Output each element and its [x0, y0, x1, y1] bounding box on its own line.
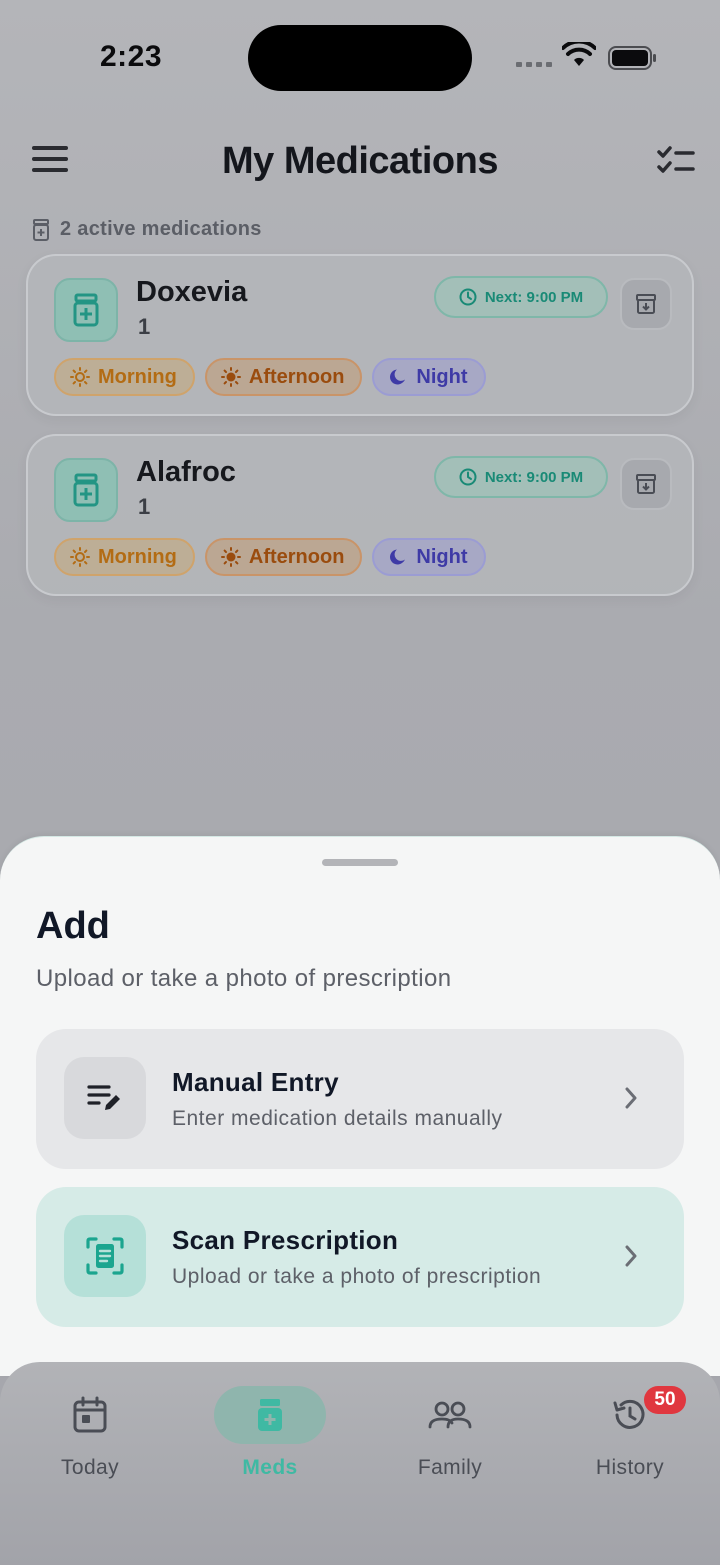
status-bar: 2:23: [0, 0, 720, 110]
moon-icon: [390, 549, 406, 565]
active-medications-summary: 2 active medications: [32, 218, 262, 241]
tab-today[interactable]: Today: [20, 1386, 160, 1482]
bottom-tab-bar: Today Meds Family 50 History: [0, 1362, 720, 1565]
medication-card[interactable]: Alafroc 1 Next: 9:00 PM Morning Afternoo…: [26, 434, 694, 596]
schedule-tag-morning: Morning: [54, 538, 195, 576]
archive-icon: [636, 294, 656, 314]
tab-history[interactable]: 50 History: [560, 1386, 700, 1482]
top-nav: My Medications: [0, 130, 720, 194]
next-dose-badge: Next: 9:00 PM: [434, 456, 608, 498]
option-title: Scan Prescription: [172, 1225, 399, 1255]
sheet-subtitle: Upload or take a photo of prescription: [36, 965, 452, 992]
schedule-tags: Morning Afternoon Night: [54, 358, 486, 396]
tab-label: History: [595, 1456, 665, 1479]
pill-bottle-icon: [54, 458, 118, 522]
scan-document-icon: [64, 1215, 146, 1297]
checklist-icon[interactable]: [656, 144, 696, 178]
next-dose-text: Next: 9:00 PM: [484, 288, 584, 306]
option-title: Manual Entry: [172, 1067, 339, 1097]
page-title: My Medications: [222, 140, 498, 182]
sheet-title: Add: [36, 905, 110, 947]
sun-icon: [70, 367, 90, 387]
sun-filled-icon: [220, 547, 241, 567]
next-dose-badge: Next: 9:00 PM: [434, 276, 608, 318]
chevron-right-icon: [625, 1245, 637, 1267]
option-description: Upload or take a photo of prescription: [172, 1265, 542, 1288]
schedule-tag-night: Night: [372, 358, 486, 396]
medication-dose: 1: [138, 314, 151, 339]
pill-bottle-icon: [33, 218, 49, 241]
clock-icon: [459, 468, 477, 486]
calendar-icon: [73, 1396, 107, 1433]
sun-filled-icon: [220, 367, 241, 387]
edit-list-icon: [64, 1057, 146, 1139]
next-dose-text: Next: 9:00 PM: [484, 468, 584, 486]
medication-name: Doxevia: [136, 276, 248, 308]
tab-label: Family: [417, 1456, 483, 1479]
archive-button[interactable]: [620, 278, 672, 330]
sun-icon: [70, 547, 90, 567]
active-count-text: 2 active medications: [60, 218, 262, 240]
sheet-grabber[interactable]: [322, 859, 398, 866]
cellular-signal-icon: [516, 62, 552, 67]
clock-icon: [459, 288, 477, 306]
tab-label: Today: [60, 1456, 120, 1479]
tab-meds[interactable]: Meds: [200, 1386, 340, 1482]
archive-icon: [636, 474, 656, 494]
dynamic-island: [248, 25, 472, 91]
medication-card[interactable]: Doxevia 1 Next: 9:00 PM Morning Afternoo…: [26, 254, 694, 416]
battery-icon: [608, 46, 656, 70]
scan-prescription-option[interactable]: Scan Prescription Upload or take a photo…: [36, 1187, 684, 1327]
archive-button[interactable]: [620, 458, 672, 510]
pill-bottle-icon: [54, 278, 118, 342]
manual-entry-option[interactable]: Manual Entry Enter medication details ma…: [36, 1029, 684, 1169]
chevron-right-icon: [625, 1087, 637, 1109]
moon-icon: [390, 369, 406, 385]
schedule-tag-night: Night: [372, 538, 486, 576]
people-icon: [428, 1401, 472, 1429]
medication-name: Alafroc: [136, 456, 236, 488]
add-bottom-sheet: Add Upload or take a photo of prescripti…: [0, 836, 720, 1376]
history-badge: 50: [644, 1386, 686, 1414]
wifi-icon: [562, 42, 596, 66]
tab-family[interactable]: Family: [380, 1386, 520, 1482]
schedule-tag-afternoon: Afternoon: [204, 358, 363, 396]
schedule-tag-morning: Morning: [54, 358, 195, 396]
option-description: Enter medication details manually: [172, 1107, 503, 1130]
status-time: 2:23: [100, 40, 163, 73]
schedule-tags: Morning Afternoon Night: [54, 538, 486, 576]
schedule-tag-afternoon: Afternoon: [204, 538, 363, 576]
pill-bottle-icon: [258, 1399, 282, 1431]
app-screen: 2:23 My Medications 2 active medications…: [0, 0, 720, 1565]
tab-label: Meds: [242, 1456, 298, 1479]
medication-dose: 1: [138, 494, 151, 519]
